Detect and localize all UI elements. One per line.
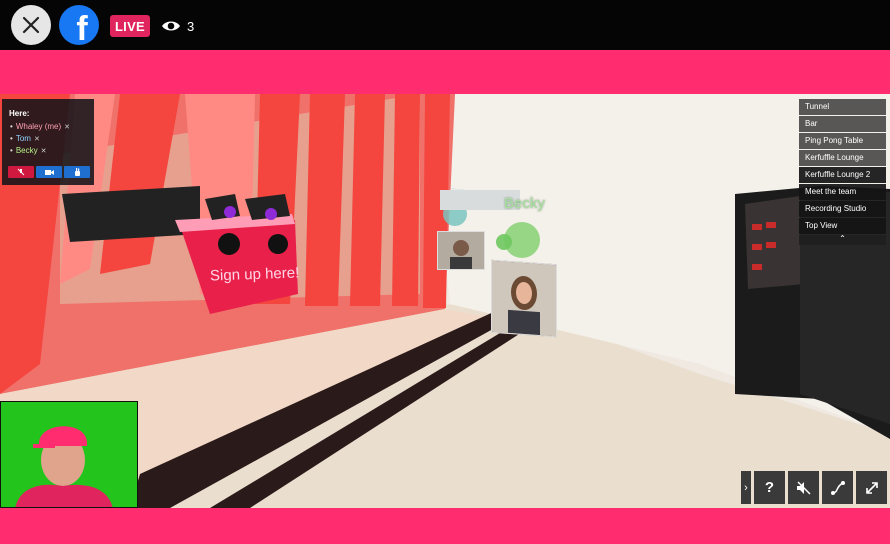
menu-item-kerfuffle-lounge-2[interactable]: Kerfuffle Lounge 2 xyxy=(799,167,886,183)
becky-avatar-label: Becky xyxy=(504,195,545,212)
fullscreen-button[interactable] xyxy=(856,471,887,504)
tom-video-tile xyxy=(437,231,485,270)
viewer-count-value: 3 xyxy=(187,18,195,34)
camera-toggle-button[interactable] xyxy=(36,166,62,178)
participant-item[interactable]: Whaley (me)✕ xyxy=(10,121,70,133)
expand-panel-icon: › xyxy=(744,481,748,494)
menu-item-top-view[interactable]: Top View xyxy=(799,218,886,234)
signup-desk-label[interactable]: Sign up here! xyxy=(210,264,300,284)
viewer-count: 3 xyxy=(161,15,194,37)
participant-item[interactable]: Becky✕ xyxy=(10,145,70,157)
participant-name: Whaley (me) xyxy=(15,122,62,131)
participant-controls xyxy=(8,166,90,178)
participant-item[interactable]: Tom✕ xyxy=(10,133,70,145)
camera-icon xyxy=(44,169,54,175)
menu-item-bar[interactable]: Bar xyxy=(799,116,886,132)
menu-item-meet-the-team[interactable]: Meet the team xyxy=(799,184,886,200)
menu-item-ping-pong-table[interactable]: Ping Pong Table xyxy=(799,133,886,149)
host-webcam xyxy=(0,401,138,508)
menu-item-tunnel[interactable]: Tunnel xyxy=(799,99,886,115)
close-icon xyxy=(22,16,40,34)
stream-header: f LIVE 3 xyxy=(0,0,890,50)
tom-portrait-icon xyxy=(438,232,484,269)
menu-item-kerfuffle-lounge[interactable]: Kerfuffle Lounge xyxy=(799,150,886,166)
raise-hand-button[interactable] xyxy=(64,166,90,178)
scene-controls: › ? xyxy=(741,471,887,504)
mute-toggle-button[interactable] xyxy=(8,166,34,178)
path-icon xyxy=(830,480,845,495)
becky-video-tile xyxy=(491,259,557,338)
becky-portrait-icon xyxy=(492,260,556,337)
menu-collapse-button[interactable]: ⌃ xyxy=(799,235,886,245)
fullscreen-icon xyxy=(865,481,878,494)
help-button[interactable]: ? xyxy=(754,471,785,504)
mic-muted-icon: ✕ xyxy=(64,124,71,131)
close-button[interactable] xyxy=(11,5,51,45)
path-button[interactable] xyxy=(822,471,853,504)
facebook-button[interactable]: f xyxy=(59,5,99,45)
live-badge: LIVE xyxy=(110,15,150,37)
hand-icon xyxy=(74,168,80,176)
pink-band-bottom xyxy=(0,508,890,544)
help-icon: ? xyxy=(764,479,775,496)
pink-band-top xyxy=(0,50,890,94)
mute-icon xyxy=(796,480,811,495)
mute-button[interactable] xyxy=(788,471,819,504)
mic-muted-icon xyxy=(17,168,25,176)
participants-title: Here: xyxy=(9,109,30,118)
participant-name: Becky xyxy=(15,146,38,155)
expand-panel-button[interactable]: › xyxy=(741,471,751,504)
host-portrait-icon xyxy=(1,402,137,507)
participant-name: Tom xyxy=(15,134,31,143)
facebook-icon: f xyxy=(76,10,88,45)
tom-avatar-label: Tom xyxy=(451,188,465,195)
eye-icon xyxy=(162,21,180,31)
location-menu: Tunnel Bar Ping Pong Table Kerfuffle Lou… xyxy=(799,99,886,245)
participants-panel: Here: Whaley (me)✕ Tom✕ Becky✕ xyxy=(2,99,94,185)
menu-item-recording-studio[interactable]: Recording Studio xyxy=(799,201,886,217)
mic-muted-icon: ✕ xyxy=(40,148,47,155)
participants-list: Whaley (me)✕ Tom✕ Becky✕ xyxy=(10,121,70,157)
